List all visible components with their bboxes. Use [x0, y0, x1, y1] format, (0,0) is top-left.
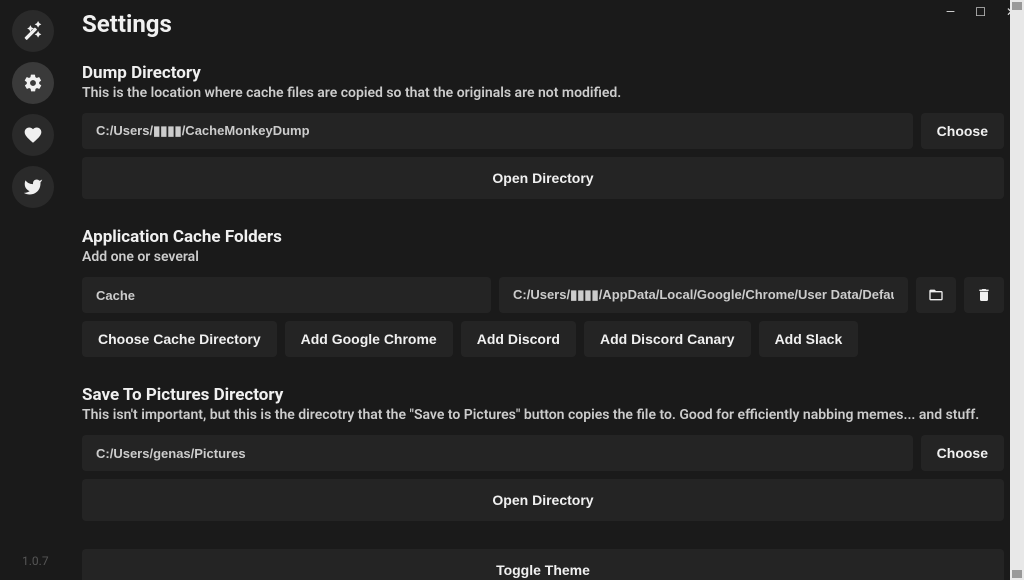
- add-discord-button[interactable]: Add Discord: [461, 321, 576, 357]
- cache-title: Application Cache Folders: [82, 227, 1004, 247]
- dump-path-input[interactable]: [82, 113, 913, 149]
- cache-desc: Add one or several: [82, 249, 1004, 265]
- gear-icon: [23, 73, 43, 93]
- heart-icon: [23, 125, 43, 145]
- trash-icon: [976, 287, 992, 303]
- window-scrollbar[interactable]: [1010, 0, 1024, 580]
- magic-wand-icon: [23, 21, 43, 41]
- pictures-open-button[interactable]: Open Directory: [82, 479, 1004, 521]
- dump-desc: This is the location where cache files a…: [82, 85, 1004, 101]
- add-discord-canary-button[interactable]: Add Discord Canary: [584, 321, 751, 357]
- cache-name-input[interactable]: [82, 277, 491, 313]
- sidebar-settings-button[interactable]: [12, 62, 54, 104]
- scrollbar-up-arrow[interactable]: [1012, 2, 1022, 10]
- cache-delete-button[interactable]: [964, 277, 1004, 313]
- sidebar: [12, 10, 56, 208]
- sidebar-favorites-button[interactable]: [12, 114, 54, 156]
- theme-section: Toggle Theme: [82, 549, 1004, 580]
- scrollbar-down-arrow[interactable]: [1012, 570, 1022, 578]
- toggle-theme-button[interactable]: Toggle Theme: [82, 549, 1004, 580]
- choose-cache-dir-button[interactable]: Choose Cache Directory: [82, 321, 277, 357]
- version-label: 1.0.7: [22, 554, 49, 568]
- dump-open-button[interactable]: Open Directory: [82, 157, 1004, 199]
- pictures-title: Save To Pictures Directory: [82, 385, 1004, 405]
- cache-section: Application Cache Folders Add one or sev…: [82, 227, 1004, 357]
- pictures-desc: This isn't important, but this is the di…: [82, 407, 1004, 423]
- main-content: Settings Dump Directory This is the loca…: [82, 10, 1004, 580]
- pictures-section: Save To Pictures Directory This isn't im…: [82, 385, 1004, 521]
- pictures-path-input[interactable]: [82, 435, 913, 471]
- dump-choose-button[interactable]: Choose: [921, 113, 1004, 149]
- cache-browse-button[interactable]: [916, 277, 956, 313]
- add-slack-button[interactable]: Add Slack: [759, 321, 859, 357]
- dump-section: Dump Directory This is the location wher…: [82, 63, 1004, 199]
- add-chrome-button[interactable]: Add Google Chrome: [285, 321, 453, 357]
- sidebar-wand-button[interactable]: [12, 10, 54, 52]
- twitter-icon: [23, 177, 43, 197]
- folder-open-icon: [928, 287, 944, 303]
- pictures-choose-button[interactable]: Choose: [921, 435, 1004, 471]
- sidebar-twitter-button[interactable]: [12, 166, 54, 208]
- page-title: Settings: [82, 10, 1004, 38]
- cache-path-input[interactable]: [499, 277, 908, 313]
- dump-title: Dump Directory: [82, 63, 1004, 83]
